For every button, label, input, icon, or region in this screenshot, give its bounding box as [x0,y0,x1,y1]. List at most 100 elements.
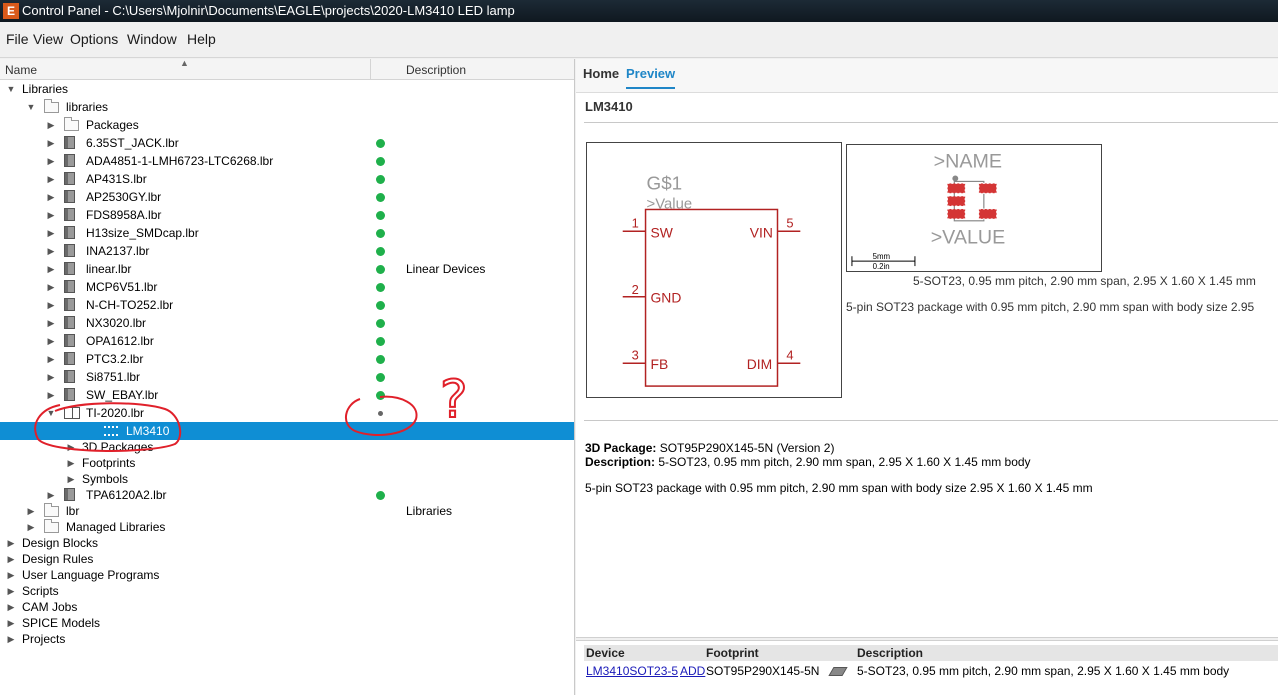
status-in-use-dot-icon[interactable] [376,283,385,292]
tree-row[interactable]: ▶ SW_EBAY.lbr [0,386,574,404]
tree-row[interactable]: ▶ Si8751.lbr [0,368,574,386]
collapsed-arrow-icon[interactable]: ▶ [6,617,16,629]
tree-row[interactable]: ▶ AP2530GY.lbr [0,188,574,206]
tree-row[interactable]: ▼ TI-2020.lbr [0,404,574,422]
edit-pencil-icon[interactable] [828,667,848,676]
tree-row[interactable]: ▼ libraries [0,98,574,116]
menu-options[interactable]: Options [70,31,118,47]
tree-row[interactable]: ▶ FDS8958A.lbr [0,206,574,224]
status-in-use-dot-icon[interactable] [376,337,385,346]
status-in-use-dot-icon[interactable] [376,319,385,328]
tree-row[interactable]: ▶ H13size_SMDcap.lbr [0,224,574,242]
status-in-use-dot-icon[interactable] [376,491,385,500]
book-icon [64,136,75,149]
tree-row[interactable]: ▶ MCP6V51.lbr [0,278,574,296]
tree-row[interactable]: ▶ PTC3.2.lbr [0,350,574,368]
device-link[interactable]: LM3410SOT23-5 [586,664,678,678]
collapsed-arrow-icon[interactable]: ▶ [46,209,56,221]
status-in-use-dot-icon[interactable] [376,211,385,220]
tree-row-label: TPA6120A2.lbr [86,488,167,502]
status-unused-dot-icon[interactable] [378,411,383,416]
collapsed-arrow-icon[interactable]: ▶ [46,317,56,329]
collapsed-arrow-icon[interactable]: ▶ [46,155,56,167]
column-header-footprint[interactable]: Footprint [706,646,759,660]
device-table: Device Footprint Description LM3410SOT23… [584,645,1278,695]
column-divider[interactable] [370,59,371,80]
tree-row[interactable]: ▶ Packages [0,116,574,134]
status-in-use-dot-icon[interactable] [376,265,385,274]
splitter[interactable] [576,637,1278,641]
status-in-use-dot-icon[interactable] [376,139,385,148]
expanded-arrow-icon[interactable]: ▼ [26,101,36,113]
tree-row[interactable]: ▶ NX3020.lbr [0,314,574,332]
collapsed-arrow-icon[interactable]: ▶ [46,173,56,185]
tree-row[interactable]: ▶ INA2137.lbr [0,242,574,260]
expanded-arrow-icon[interactable]: ▼ [46,407,56,419]
status-in-use-dot-icon[interactable] [376,391,385,400]
menu-file[interactable]: File [6,31,29,47]
status-in-use-dot-icon[interactable] [376,229,385,238]
tab-home[interactable]: Home [583,66,619,81]
collapsed-arrow-icon[interactable]: ▶ [6,537,16,549]
collapsed-arrow-icon[interactable]: ▶ [46,191,56,203]
pin-name-sw: SW [651,224,674,240]
add-link[interactable]: ADD [680,664,705,678]
collapsed-arrow-icon[interactable]: ▶ [26,505,36,517]
menu-help[interactable]: Help [187,31,216,47]
column-header-table-description[interactable]: Description [857,646,923,660]
tree-row-label: ADA4851-1-LMH6723-LTC6268.lbr [86,154,274,168]
status-in-use-dot-icon[interactable] [376,373,385,382]
collapsed-arrow-icon[interactable]: ▶ [46,299,56,311]
collapsed-arrow-icon[interactable]: ▶ [6,633,16,645]
collapsed-arrow-icon[interactable]: ▶ [66,457,76,469]
collapsed-arrow-icon[interactable]: ▶ [46,389,56,401]
tree-row[interactable]: ▶ 6.35ST_JACK.lbr [0,134,574,152]
tree-row-label: PTC3.2.lbr [86,352,144,366]
collapsed-arrow-icon[interactable]: ▶ [46,371,56,383]
tree-row[interactable]: ▶ Projects [0,630,574,648]
column-header-device[interactable]: Device [586,646,625,660]
expanded-arrow-icon[interactable]: ▼ [6,83,16,95]
collapsed-arrow-icon[interactable]: ▶ [6,601,16,613]
tree-row-label: Symbols [82,472,129,486]
collapsed-arrow-icon[interactable]: ▶ [46,137,56,149]
tree-row[interactable]: ▶ OPA1612.lbr [0,332,574,350]
collapsed-arrow-icon[interactable]: ▶ [46,335,56,347]
pin-name-fb: FB [651,356,669,372]
tree-row[interactable]: ▶ AP431S.lbr [0,170,574,188]
table-description: 5-SOT23, 0.95 mm pitch, 2.90 mm span, 2.… [857,664,1230,678]
footprint-preview[interactable]: >NAME >VALUE 5mm 0.2in [846,144,1102,272]
menu-window[interactable]: Window [127,31,177,47]
collapsed-arrow-icon[interactable]: ▶ [26,521,36,533]
collapsed-arrow-icon[interactable]: ▶ [46,489,56,501]
collapsed-arrow-icon[interactable]: ▶ [6,553,16,565]
menu-view[interactable]: View [33,31,63,47]
tree-row-label: 6.35ST_JACK.lbr [86,136,179,150]
status-in-use-dot-icon[interactable] [376,301,385,310]
column-header-description[interactable]: Description [406,63,466,77]
status-in-use-dot-icon[interactable] [376,157,385,166]
status-in-use-dot-icon[interactable] [376,193,385,202]
collapsed-arrow-icon[interactable]: ▶ [6,569,16,581]
folder-icon [64,117,79,131]
collapsed-arrow-icon[interactable]: ▶ [6,585,16,597]
status-in-use-dot-icon[interactable] [376,355,385,364]
tree-row[interactable]: ▶ linear.lbr Linear Devices [0,260,574,278]
status-in-use-dot-icon[interactable] [376,175,385,184]
collapsed-arrow-icon[interactable]: ▶ [46,281,56,293]
collapsed-arrow-icon[interactable]: ▶ [66,473,76,485]
divider [584,420,1278,421]
collapsed-arrow-icon[interactable]: ▶ [46,227,56,239]
tab-preview[interactable]: Preview [626,66,676,89]
tree-row[interactable]: ▶ ADA4851-1-LMH6723-LTC6268.lbr [0,152,574,170]
collapsed-arrow-icon[interactable]: ▶ [66,441,76,453]
column-header-name[interactable]: Name [5,63,37,77]
collapsed-arrow-icon[interactable]: ▶ [46,263,56,275]
status-in-use-dot-icon[interactable] [376,247,385,256]
collapsed-arrow-icon[interactable]: ▶ [46,245,56,257]
collapsed-arrow-icon[interactable]: ▶ [46,353,56,365]
schematic-symbol-preview[interactable]: G$1 >Value 1 SW 2 GND 3 FB 5 VIN 4 DIM [586,142,842,398]
collapsed-arrow-icon[interactable]: ▶ [46,119,56,131]
tree-row[interactable]: ▼ Libraries [0,80,574,98]
tree-row[interactable]: ▶ N-CH-TO252.lbr [0,296,574,314]
